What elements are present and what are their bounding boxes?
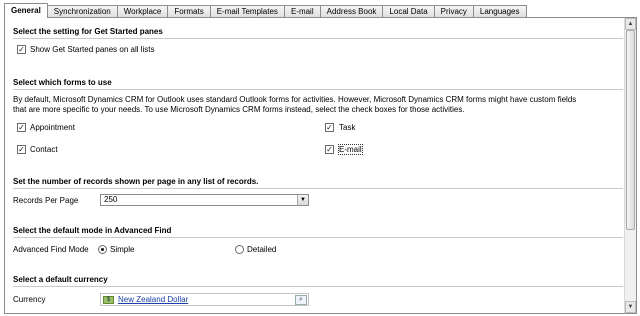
contact-label: Contact: [30, 145, 58, 154]
advanced-find-mode-label: Advanced Find Mode: [13, 245, 89, 254]
currency-label: Currency: [13, 295, 46, 304]
currency-lookup[interactable]: $ New Zealand Dollar ⌕: [100, 293, 309, 306]
vertical-scrollbar[interactable]: ▲ ▼: [624, 18, 636, 313]
forms-description-line1: By default, Microsoft Dynamics CRM for O…: [13, 95, 577, 104]
tab-general[interactable]: General: [4, 3, 48, 18]
show-get-started-checkbox[interactable]: ✓: [17, 45, 26, 54]
check-icon: ✓: [18, 145, 25, 154]
email-label: E-mail: [338, 144, 363, 155]
get-started-heading: Select the setting for Get Started panes: [13, 27, 623, 39]
forms-heading: Select which forms to use: [13, 78, 623, 90]
advanced-find-heading: Select the default mode in Advanced Find: [13, 226, 623, 238]
appointment-label: Appointment: [30, 123, 75, 132]
check-icon: ✓: [18, 45, 25, 54]
general-options-panel: Select the setting for Get Started panes…: [4, 17, 637, 314]
currency-icon: $: [103, 296, 114, 304]
task-label: Task: [339, 123, 356, 132]
check-icon: ✓: [326, 123, 333, 132]
scroll-down-icon[interactable]: ▼: [625, 301, 636, 313]
simple-radio[interactable]: [98, 245, 107, 254]
simple-radio-label: Simple: [110, 245, 135, 254]
lookup-search-icon[interactable]: ⌕: [295, 295, 307, 305]
records-per-page-select[interactable]: 250 ▼: [100, 194, 309, 206]
tab-strip: General Synchronization Workplace Format…: [4, 3, 527, 18]
contact-checkbox[interactable]: ✓: [17, 145, 26, 154]
detailed-radio[interactable]: [235, 245, 244, 254]
records-per-page-label: Records Per Page: [13, 196, 79, 205]
records-heading: Set the number of records shown per page…: [13, 177, 623, 189]
email-checkbox[interactable]: ✓: [325, 145, 334, 154]
task-checkbox[interactable]: ✓: [325, 123, 334, 132]
check-icon: ✓: [18, 123, 25, 132]
show-get-started-label: Show Get Started panes on all lists: [30, 45, 155, 54]
forms-description-line2: that are more specific to your needs. To…: [13, 105, 465, 114]
forms-description: By default, Microsoft Dynamics CRM for O…: [13, 95, 623, 115]
check-icon: ✓: [326, 145, 333, 154]
chevron-down-icon[interactable]: ▼: [297, 195, 308, 205]
currency-value-link[interactable]: New Zealand Dollar: [118, 295, 188, 304]
detailed-radio-label: Detailed: [247, 245, 277, 254]
scrollbar-thumb[interactable]: [626, 30, 635, 230]
appointment-checkbox[interactable]: ✓: [17, 123, 26, 132]
scroll-up-icon[interactable]: ▲: [625, 18, 636, 30]
currency-heading: Select a default currency: [13, 275, 623, 287]
records-per-page-value: 250: [104, 195, 118, 204]
